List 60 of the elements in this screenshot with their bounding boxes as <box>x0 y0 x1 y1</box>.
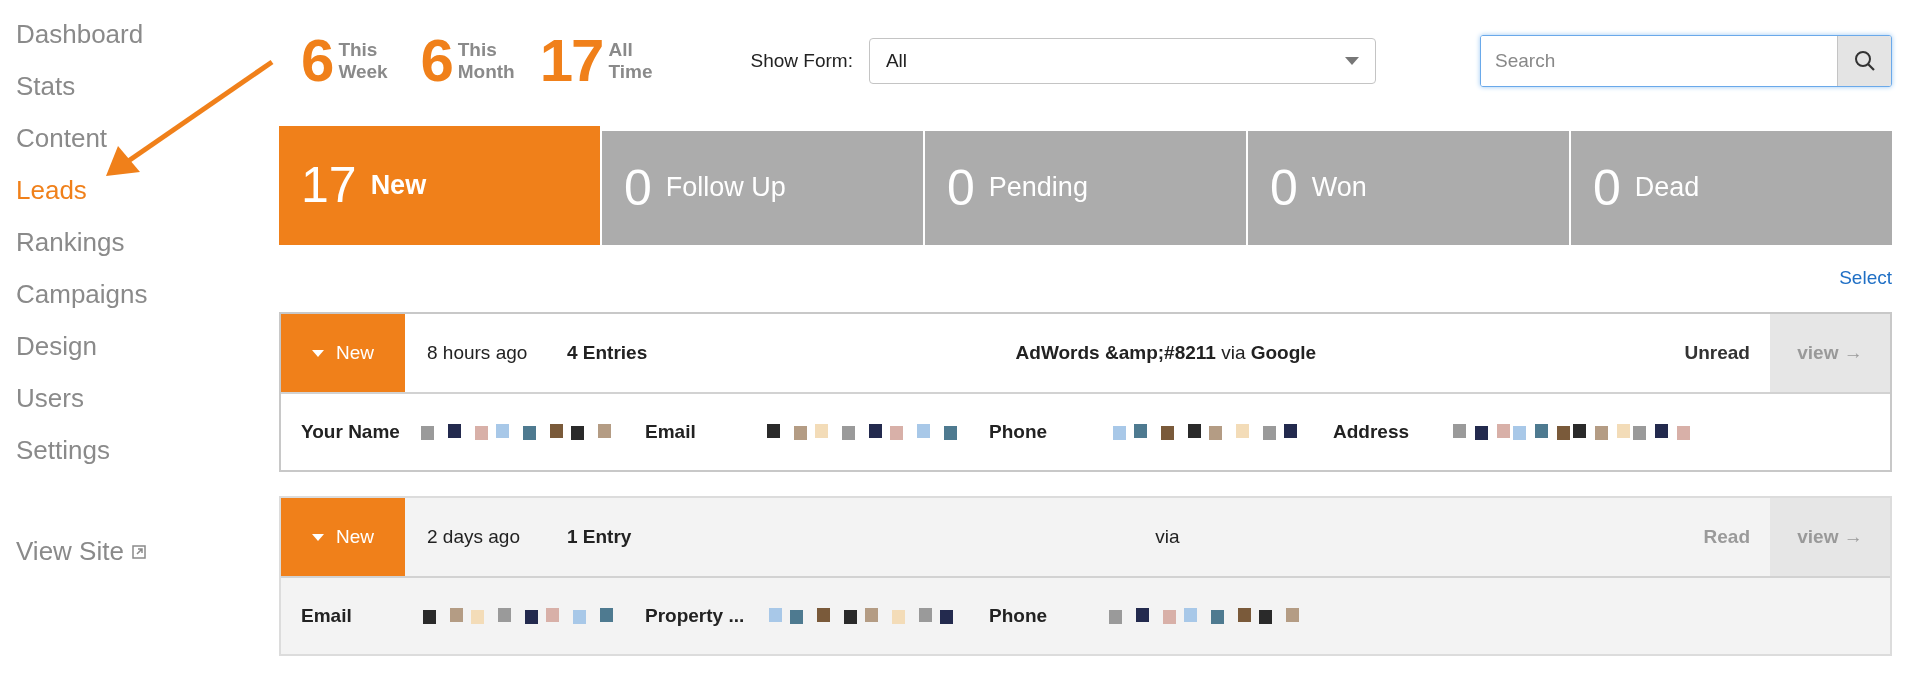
status-tab[interactable]: 0 Pending <box>925 131 1246 245</box>
tab-count: 17 <box>301 156 357 215</box>
search-button[interactable] <box>1837 36 1891 87</box>
tab-label: Pending <box>988 172 1088 204</box>
tab-count: 0 <box>1593 158 1621 217</box>
select-link[interactable]: Select <box>1839 267 1892 290</box>
field-label: Phone <box>989 421 1049 443</box>
search-field[interactable]: Search <box>1480 35 1892 88</box>
status-dropdown-button[interactable]: New <box>281 498 405 576</box>
tab-count: 0 <box>947 158 975 217</box>
view-button[interactable]: view → <box>1770 498 1890 576</box>
read-status: Read <box>1703 526 1750 548</box>
stat-label: All Time <box>608 39 654 84</box>
stat-count: 6 <box>301 31 333 92</box>
external-link-icon <box>131 544 146 559</box>
status-dropdown-button[interactable]: New <box>281 314 405 392</box>
lead-time: 8 hours ago <box>427 342 529 364</box>
caret-icon <box>1344 57 1359 66</box>
view-site-link[interactable]: View Site <box>16 536 146 567</box>
sidebar-item[interactable]: Rankings <box>16 216 125 268</box>
field-label: Phone <box>989 605 1049 627</box>
lead-time: 2 days ago <box>427 526 521 548</box>
stat-label: This Month <box>457 39 516 84</box>
status-tab[interactable]: 0 Dead <box>1571 131 1892 245</box>
lead-source: via <box>1155 526 1180 548</box>
caret-icon <box>312 349 324 357</box>
status-tab[interactable]: 17 New <box>279 126 600 245</box>
sidebar-item[interactable]: Design <box>16 320 97 372</box>
sidebar-item[interactable]: Stats <box>16 60 76 112</box>
field-label: Address <box>1333 421 1411 443</box>
field-label: Property ... <box>645 605 746 627</box>
sidebar-item[interactable]: Campaigns <box>16 268 148 320</box>
entries-count: 4 Entries <box>567 342 648 364</box>
tab-label: Dead <box>1634 172 1700 204</box>
view-button[interactable]: view → <box>1770 314 1890 392</box>
tab-count: 0 <box>1270 158 1298 217</box>
stat-count: 17 <box>539 31 603 92</box>
search-icon <box>1853 50 1876 73</box>
form-select[interactable]: All <box>868 38 1376 85</box>
status-tab[interactable]: 0 Follow Up <box>602 131 923 245</box>
entries-count: 1 Entry <box>567 526 632 548</box>
read-status: Unread <box>1684 342 1750 364</box>
sidebar-item[interactable]: Users <box>16 372 84 424</box>
stat-count: 6 <box>420 31 452 92</box>
tab-count: 0 <box>624 158 652 217</box>
status-tab[interactable]: 0 Won <box>1248 131 1569 245</box>
sidebar-item[interactable]: Settings <box>16 424 110 476</box>
show-form-label: Show Form: <box>750 50 853 73</box>
tab-label: Follow Up <box>665 172 786 204</box>
stat-label: This Week <box>338 39 389 84</box>
field-label: Email <box>301 605 353 627</box>
sidebar-item[interactable]: Content <box>16 112 108 164</box>
tab-label: New <box>370 169 427 201</box>
tab-label: Won <box>1311 172 1367 204</box>
caret-icon <box>312 533 324 541</box>
lead-source: AdWords &amp;#8211 via Google <box>1015 342 1317 364</box>
field-label: Email <box>645 421 697 443</box>
sidebar-item[interactable]: Leads <box>16 164 87 216</box>
field-label: Your Name <box>301 421 401 443</box>
sidebar-item[interactable]: Dashboard <box>16 8 144 60</box>
